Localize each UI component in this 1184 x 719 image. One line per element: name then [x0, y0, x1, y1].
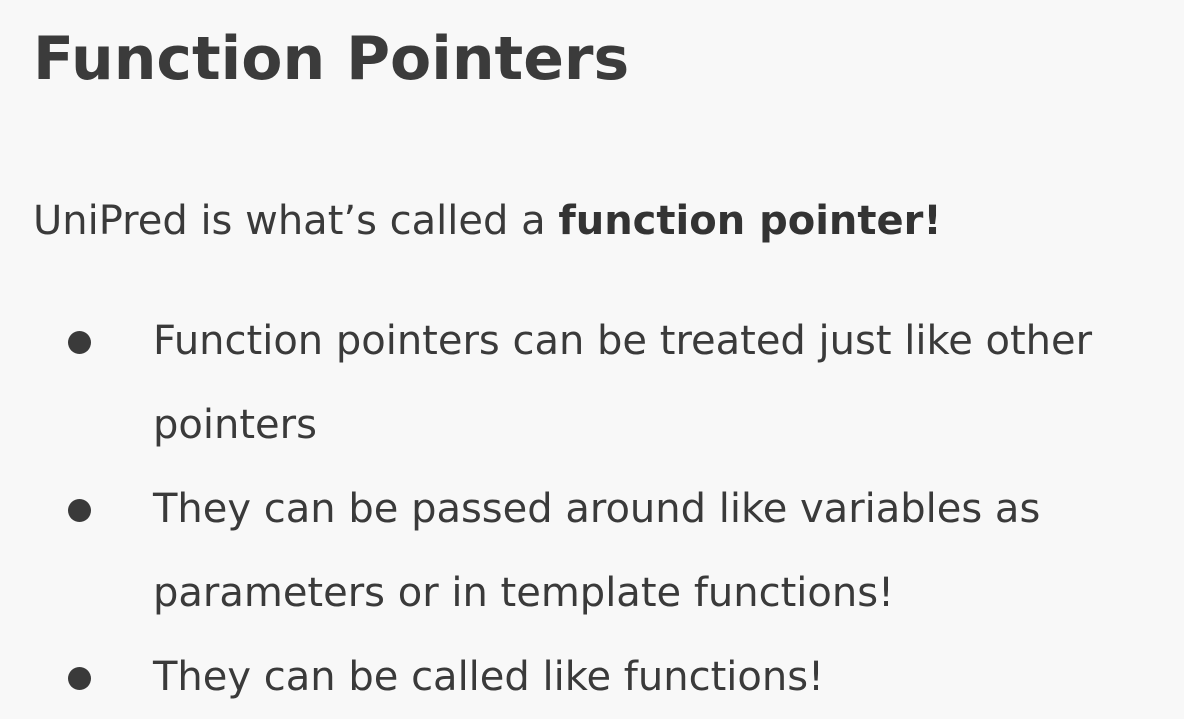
bullet-text: They can be passed around like variables… — [153, 467, 1183, 635]
bullet-dot-icon — [68, 667, 91, 690]
intro-prefix: UniPred is what’s called a — [33, 198, 559, 244]
slide: Function Pointers UniPred is what’s call… — [0, 0, 1184, 710]
bullet-line: Function pointers can be treated just li… — [153, 318, 1093, 364]
bullet-text: Function pointers can be treated just li… — [153, 299, 1183, 467]
intro-text: UniPred is what’s called a function poin… — [33, 193, 942, 249]
bullet-dot-icon — [68, 499, 91, 522]
intro-emphasis: function pointer! — [558, 198, 942, 244]
bullet-line: They can be called like functions! — [153, 654, 825, 700]
bullet-dot-icon — [68, 331, 91, 354]
bullet-line: pointers — [153, 402, 317, 448]
bullet-line: They can be passed around like variables… — [153, 486, 1041, 532]
slide-title: Function Pointers — [33, 24, 630, 94]
bullet-text: They can be called like functions! — [153, 635, 1183, 719]
bullet-line: parameters or in template functions! — [153, 570, 895, 616]
